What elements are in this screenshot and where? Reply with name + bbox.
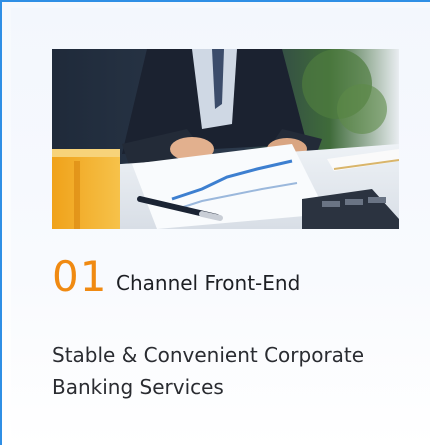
service-card[interactable]: 01 Channel Front-End Stable & Convenient…: [0, 0, 430, 447]
step-number: 01: [52, 252, 108, 301]
card-title: Channel Front-End: [116, 271, 301, 295]
photo-illustration: [52, 49, 399, 229]
card-description: Stable & Convenient Corporate Banking Se…: [52, 343, 365, 399]
business-photo: [52, 49, 399, 229]
